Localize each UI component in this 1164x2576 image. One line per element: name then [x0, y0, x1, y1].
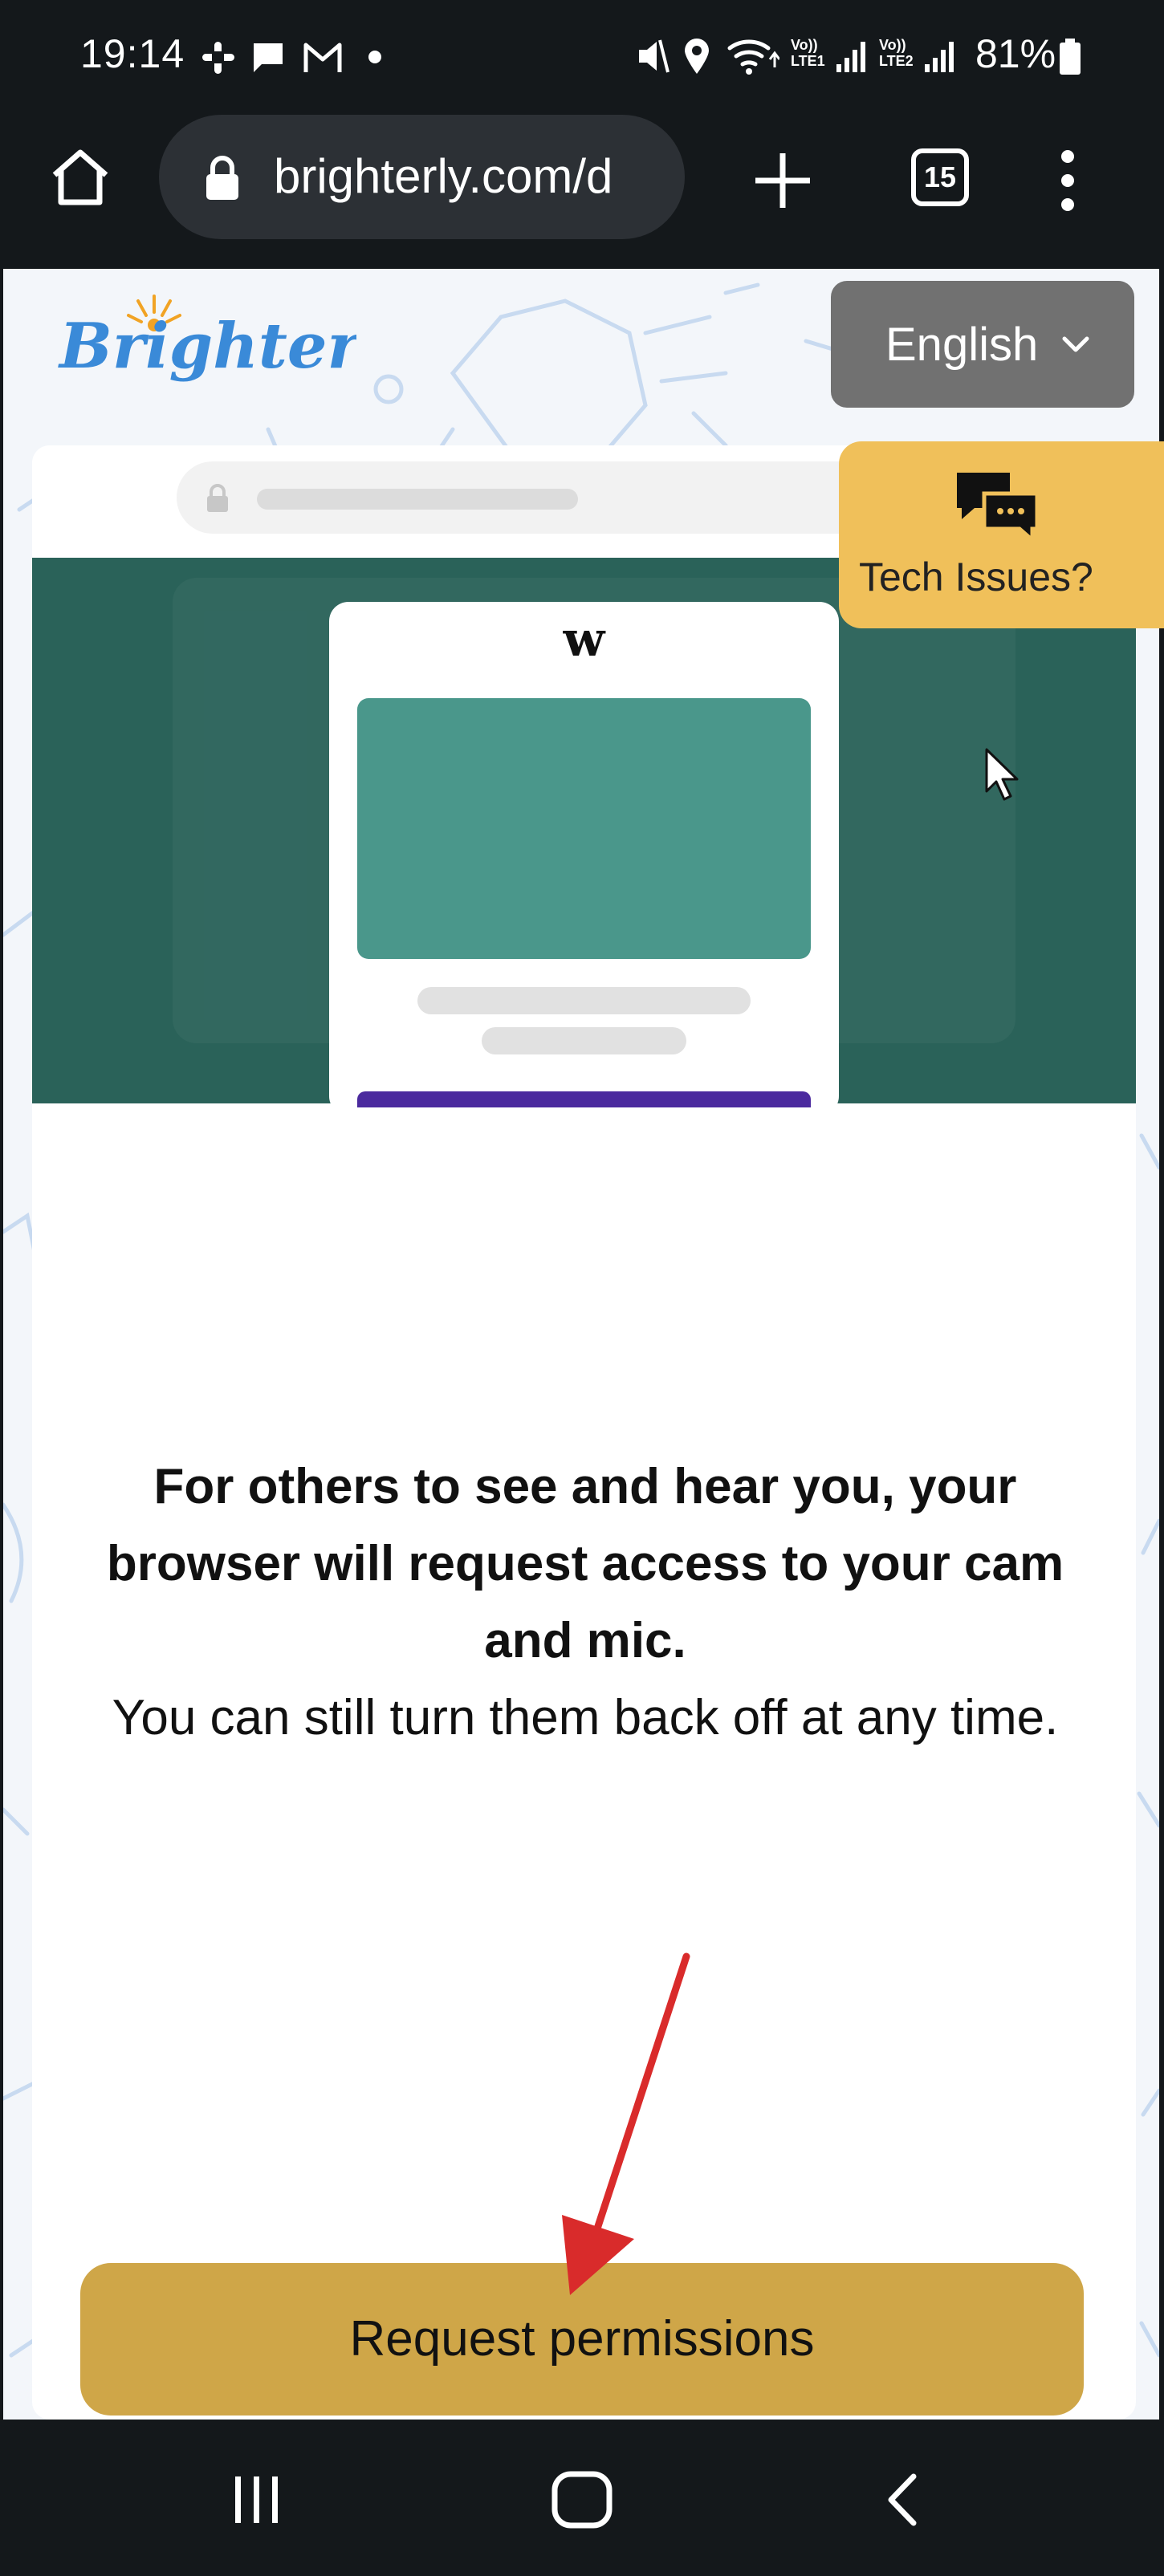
status-bar: 19:14 Vo)) LTE1 Vo)) LTE2 81%	[0, 0, 1164, 112]
battery-icon	[1060, 39, 1081, 75]
gmail-icon	[303, 43, 342, 72]
lte2-signal-icon	[925, 42, 954, 72]
tech-issues-label: Tech Issues?	[859, 555, 1093, 599]
lock-icon	[206, 156, 238, 200]
language-selector[interactable]: English	[831, 281, 1134, 408]
permission-message-bold: For others to see and hear you, your bro…	[106, 1459, 1064, 1668]
battery-percent: 81%	[975, 31, 1056, 76]
permission-message-regular: You can still turn them back off at any …	[112, 1690, 1059, 1745]
location-icon	[685, 39, 709, 74]
more-options-icon[interactable]	[1056, 148, 1080, 213]
lte1-signal-icon	[836, 42, 865, 72]
illustration-cursor-icon	[985, 748, 1019, 801]
url-text: brighterly.com/d	[274, 149, 613, 203]
system-navigation-bar	[0, 2420, 1164, 2576]
brighterly-logo-text: Brighterly	[58, 310, 356, 383]
mute-icon	[639, 39, 670, 73]
back-icon[interactable]	[883, 2472, 923, 2528]
brighterly-logo: Brighterly	[58, 295, 356, 383]
tech-issues-button[interactable]: Tech Issues?	[839, 441, 1164, 628]
chat-bubbles-icon	[957, 473, 1040, 542]
illustration-teal-area: w	[32, 558, 1136, 1115]
message-icon	[254, 43, 283, 72]
illustration-phone-card: w	[329, 602, 839, 1115]
status-time: 19:14	[80, 31, 185, 76]
illustration-lock-icon	[207, 484, 228, 512]
tab-switcher-button[interactable]: 15	[911, 148, 969, 206]
wifi-icon	[727, 39, 779, 75]
lte1-label: Vo)) LTE1	[791, 37, 825, 69]
illustration-button-edge	[357, 1091, 811, 1107]
illustration-text-line-1	[417, 987, 751, 1014]
home-icon[interactable]	[48, 144, 112, 209]
new-tab-icon[interactable]	[751, 148, 815, 213]
illustration-w-logo: w	[563, 611, 605, 668]
home-nav-icon[interactable]	[550, 2469, 614, 2530]
recent-apps-icon[interactable]	[229, 2472, 285, 2528]
lte2-label: Vo)) LTE2	[879, 37, 914, 69]
language-label: English	[885, 319, 1039, 371]
chevron-down-icon	[1062, 336, 1089, 352]
illustration-video-preview	[357, 698, 811, 959]
illustration-url-placeholder	[257, 489, 578, 510]
dot-icon	[368, 51, 381, 63]
address-bar[interactable]: brighterly.com/d	[159, 115, 685, 239]
red-arrow-annotation	[562, 1952, 690, 2295]
illustration-text-line-2	[482, 1027, 686, 1054]
permission-message: For others to see and hear you, your bro…	[59, 1448, 1111, 1757]
slack-icon	[202, 42, 234, 74]
